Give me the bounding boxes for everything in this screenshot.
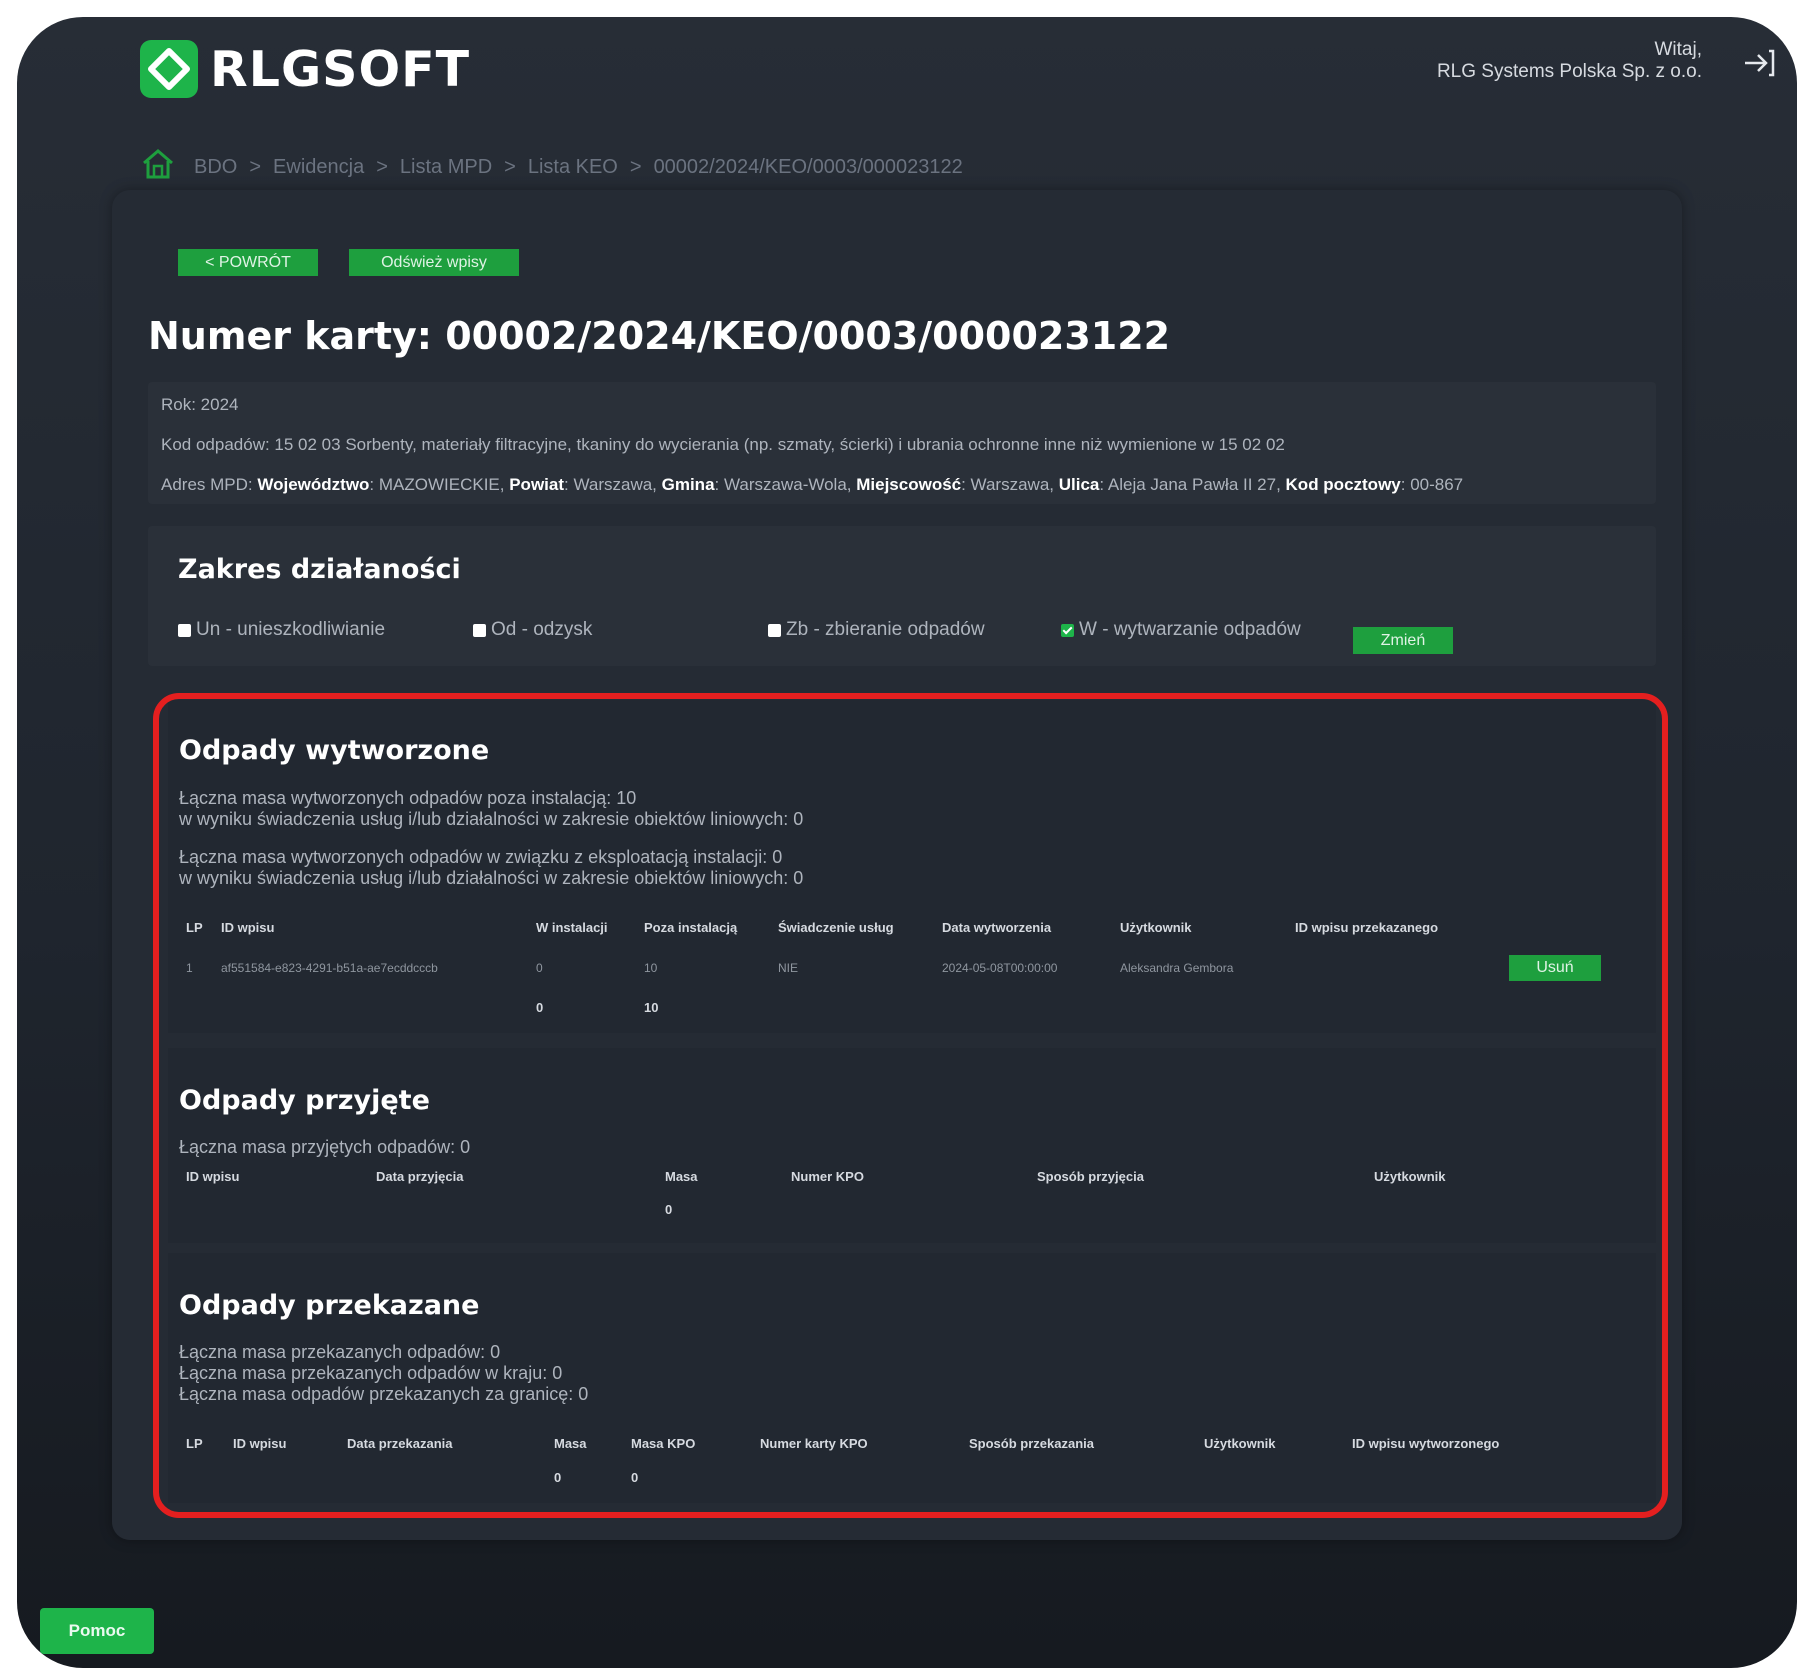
logo-text: RLGSOFT: [210, 40, 471, 98]
postcode-value: : 00-867: [1400, 475, 1464, 494]
help-button[interactable]: Pomoc: [40, 1608, 154, 1654]
address-prefix: Adres MPD:: [161, 475, 258, 494]
locality-value: : Warszawa,: [961, 475, 1059, 494]
checkbox-zb[interactable]: Zb - zbieranie odpadów: [768, 619, 985, 641]
county-value: : Warszawa,: [564, 475, 662, 494]
breadcrumb-item-current: 00002/2024/KEO/0003/000023122: [653, 155, 963, 178]
welcome-company: RLG Systems Polska Sp. z o.o.: [1436, 61, 1702, 82]
breadcrumb-item-bdo[interactable]: BDO: [194, 156, 237, 179]
breadcrumb-item-lista-keo[interactable]: Lista KEO: [528, 156, 618, 179]
breadcrumb-separator: >: [249, 155, 262, 178]
logo[interactable]: RLGSOFT: [140, 39, 470, 99]
breadcrumb-separator: >: [629, 155, 642, 178]
welcome-greeting: Witaj,: [1654, 39, 1703, 60]
checkbox-icon[interactable]: [178, 623, 191, 637]
activity-scope-title: Zakres działaności: [178, 554, 461, 585]
checkbox-od[interactable]: Od - odzysk: [473, 619, 592, 641]
checkbox-checked-icon[interactable]: [1061, 623, 1074, 637]
checkbox-label: Zb - zbieranie odpadów: [786, 619, 985, 640]
commune-label: Gmina: [661, 475, 715, 494]
change-scope-button[interactable]: Zmień: [1353, 627, 1453, 654]
year-line: Rok: 2024: [161, 395, 239, 414]
checkbox-un[interactable]: Un - unieszkodliwianie: [178, 619, 385, 641]
street-label: Ulica: [1058, 475, 1100, 494]
logo-icon: [140, 40, 198, 98]
page-title: Numer karty: 00002/2024/KEO/0003/0000231…: [148, 314, 1171, 358]
breadcrumb-separator: >: [376, 155, 388, 178]
street-value: : Aleja Jana Pawła II 27,: [1099, 475, 1286, 494]
back-button[interactable]: < POWRÓT: [178, 249, 318, 276]
highlight-frame: [153, 693, 1668, 1518]
breadcrumb: BDO > Ewidencja > Lista MPD > Lista KEO …: [140, 147, 963, 187]
postcode-label: Kod pocztowy: [1285, 475, 1401, 494]
checkbox-icon[interactable]: [768, 623, 781, 637]
home-icon[interactable]: [140, 146, 176, 188]
breadcrumb-item-ewidencja[interactable]: Ewidencja: [273, 156, 364, 179]
checkbox-icon[interactable]: [473, 623, 486, 637]
checkbox-w[interactable]: W - wytwarzanie odpadów: [1061, 619, 1301, 641]
checkbox-label: Od - odzysk: [491, 619, 593, 640]
activity-scope-box: Zakres działaności Un - unieszkodliwiani…: [148, 526, 1656, 666]
locality-label: Miejscowość: [856, 475, 962, 494]
county-label: Powiat: [509, 475, 565, 494]
voivodeship-label: Województwo: [257, 475, 370, 494]
card-info-box: Rok: 2024 Kod odpadów: 15 02 03 Sorbenty…: [148, 382, 1656, 504]
logout-icon[interactable]: [1739, 43, 1779, 83]
welcome-text: Witaj, RLG Systems Polska Sp. z o.o.: [1437, 39, 1702, 83]
address-line: Adres MPD: Województwo: MAZOWIECKIE, Pow…: [161, 475, 1463, 495]
checkbox-label: W - wytwarzanie odpadów: [1079, 619, 1301, 640]
checkbox-label: Un - unieszkodliwianie: [196, 619, 386, 640]
breadcrumb-separator: >: [504, 155, 516, 178]
voivodeship-value: : MAZOWIECKIE,: [369, 475, 510, 494]
refresh-entries-button[interactable]: Odśwież wpisy: [349, 249, 519, 276]
waste-code-line: Kod odpadów: 15 02 03 Sorbenty, materiał…: [161, 435, 1285, 454]
commune-value: : Warszawa-Wola,: [714, 475, 857, 494]
breadcrumb-item-lista-mpd[interactable]: Lista MPD: [400, 156, 492, 179]
